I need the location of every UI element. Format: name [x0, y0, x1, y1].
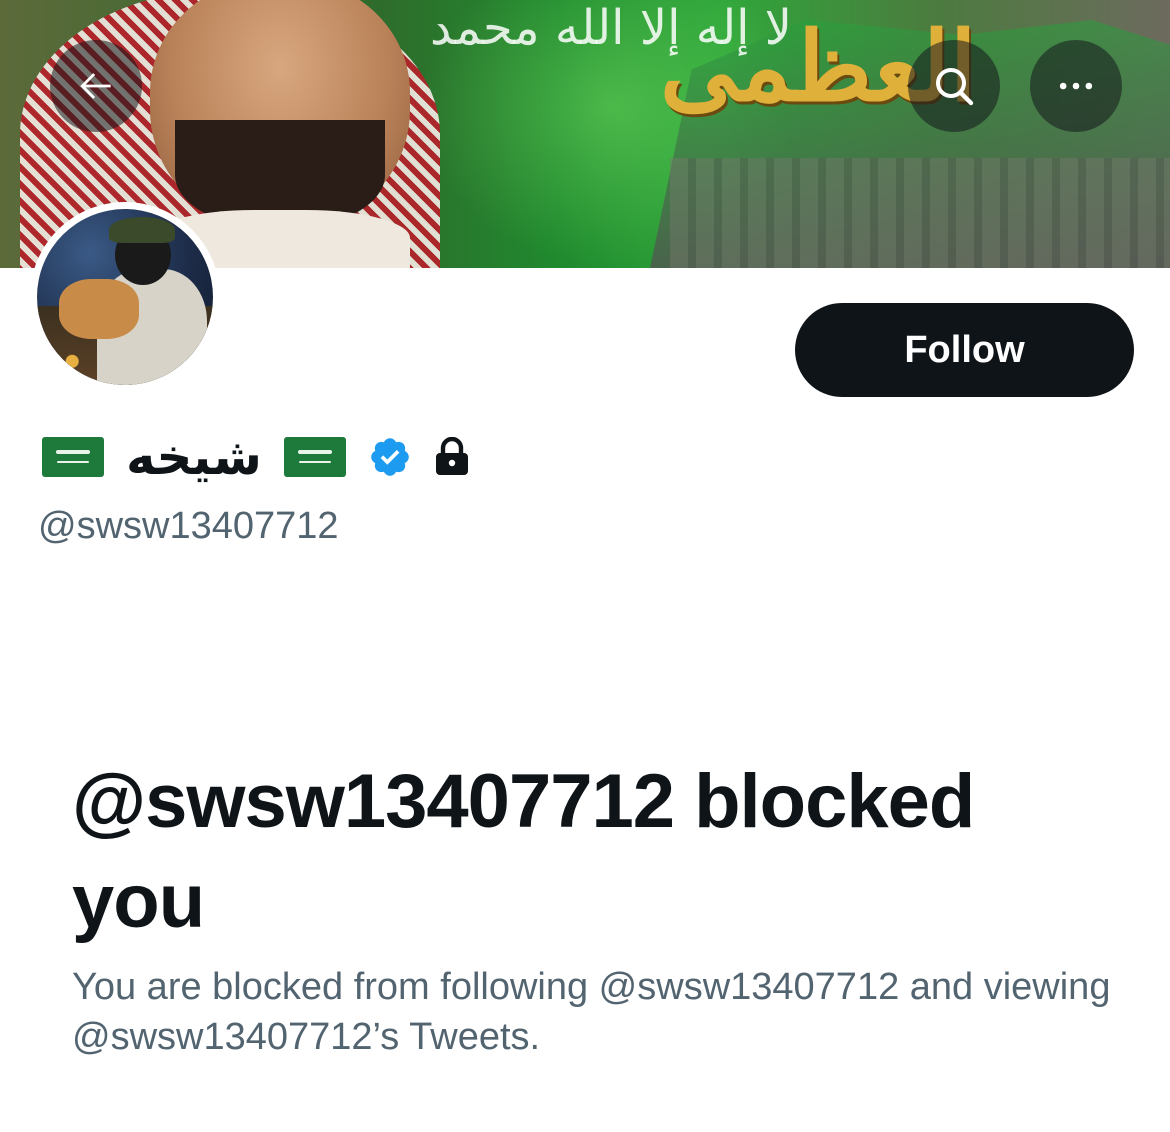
lock-icon — [435, 437, 468, 475]
avatar-child-figure — [59, 279, 139, 339]
avatar-figure-beret — [109, 217, 175, 243]
saudi-flag-icon — [283, 437, 346, 477]
back-button[interactable] — [50, 40, 142, 132]
blocked-title: @swsw13407712 blocked you — [72, 759, 975, 944]
banner-skyline — [670, 158, 1170, 268]
search-button[interactable] — [908, 40, 1000, 132]
profile-handle: @swsw13407712 — [38, 505, 339, 547]
arrow-left-icon — [80, 73, 111, 99]
follow-button[interactable]: Follow — [795, 303, 1134, 397]
search-icon — [936, 68, 974, 106]
verified-badge-icon[interactable] — [368, 435, 412, 479]
more-button[interactable] — [1030, 40, 1122, 132]
display-name: شيخه — [126, 428, 262, 486]
blocked-description: You are blocked from following @swsw1340… — [72, 966, 1111, 1058]
saudi-flag-icon — [42, 437, 104, 477]
avatar[interactable] — [30, 202, 220, 392]
avatar-image — [37, 209, 213, 385]
more-horizontal-icon — [1059, 82, 1093, 90]
display-name-row: شيخه — [42, 425, 470, 489]
